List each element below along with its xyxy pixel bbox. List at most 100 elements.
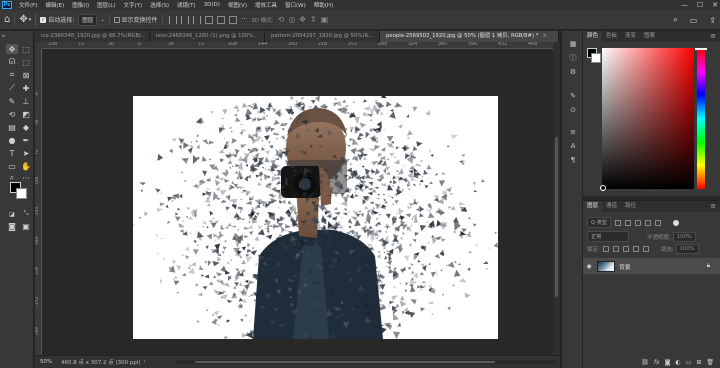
3d-slide-icon[interactable]: ⇕ (310, 15, 317, 24)
new-layer-icon[interactable]: ⊞ (696, 359, 701, 366)
layer-row-background[interactable]: ◉ 背景 🔒︎ (583, 258, 720, 274)
scrollbar-thumb[interactable] (195, 361, 495, 363)
type-filter-icon[interactable] (635, 219, 642, 226)
close-button[interactable]: ✕ (712, 1, 718, 9)
fill-input[interactable]: 100% (675, 244, 699, 254)
opacity-input[interactable]: 100% (672, 231, 696, 242)
auto-select-dropdown[interactable]: 图层 (78, 13, 98, 26)
tab-ice[interactable]: ice-2360348_1920.jpg @ 66.7%(RGB/... (35, 31, 150, 42)
color-field[interactable] (600, 48, 694, 191)
tab-paths[interactable]: 路径 (621, 201, 640, 212)
horizontal-ruler[interactable]: 108 72 36 0 36 72 108 144 180 216 252 288 324 360 396 4… (42, 42, 553, 49)
new-group-icon[interactable]: ▭ (686, 359, 692, 366)
brush-settings-icon[interactable]: ✎ (567, 91, 579, 101)
workspace-icon[interactable]: ▭ (690, 16, 698, 25)
home-icon[interactable]: ⌂ (4, 14, 10, 25)
move-tool-icon[interactable]: ✥ (6, 44, 18, 54)
menu-view[interactable]: 视图(V) (224, 1, 251, 9)
toolbar-grip[interactable]: ▸▸ (2, 33, 6, 39)
align-top-icon[interactable] (204, 15, 213, 24)
character-icon[interactable]: A (567, 141, 579, 151)
screen-mode-icon[interactable]: ▣ (20, 221, 32, 231)
link-layers-icon[interactable]: ⛓ (641, 359, 649, 366)
properties-icon[interactable]: ⚙ (567, 67, 579, 77)
hue-slider[interactable] (697, 48, 705, 189)
rectangle-tool-icon[interactable]: ▭ (6, 161, 18, 171)
default-colors-icon[interactable]: ◪ (6, 209, 18, 219)
clone-stamp-tool-icon[interactable]: ⊥ (20, 96, 32, 106)
layer-kind-filter[interactable]: Q 类型 (587, 217, 612, 228)
adjustment-layer-icon[interactable]: ◐ (675, 359, 680, 366)
menu-edit[interactable]: 编辑(E) (41, 1, 68, 9)
info-icon[interactable]: ⓘ (567, 53, 579, 63)
align-left-icon[interactable] (168, 15, 177, 24)
tab-color[interactable]: 颜色 (583, 31, 603, 42)
vertical-ruler[interactable]: 0 36 72 108 144 180 216 252 288 (35, 49, 42, 355)
artboard-tool-icon[interactable]: ⬚ (20, 44, 32, 54)
gradient-tool-icon[interactable]: ▤ (6, 122, 18, 132)
crop-tool-icon[interactable]: ⌗ (6, 70, 18, 80)
lock-all-icon[interactable] (642, 246, 649, 252)
tab-layers[interactable]: 图层 (583, 201, 603, 212)
swap-colors-icon[interactable]: ⤡ (20, 209, 32, 219)
lock-image-icon[interactable] (612, 246, 619, 252)
hand-tool-icon[interactable]: ✋ (20, 161, 32, 171)
zoom-level[interactable]: 50% (35, 359, 57, 365)
background-color-swatch[interactable] (591, 53, 601, 63)
auto-select-checkbox[interactable]: ✓ 自动选择: (40, 15, 74, 24)
chevron-down-icon[interactable]: ▾ (29, 17, 32, 23)
paragraph-icon[interactable]: ¶ (567, 155, 579, 165)
menu-layer[interactable]: 图层(L) (93, 1, 119, 9)
lock-transparent-icon[interactable] (602, 246, 609, 252)
layer-style-icon[interactable]: fx (654, 359, 660, 366)
clone-source-icon[interactable]: ⊙ (567, 105, 579, 115)
chevron-down-icon[interactable]: ⌄ (100, 17, 104, 23)
lock-icon[interactable]: 🔒︎ (707, 262, 710, 270)
menu-3d[interactable]: 3D(D) (200, 2, 224, 8)
align-bottom-icon[interactable] (228, 15, 237, 24)
menu-select[interactable]: 选择(S) (146, 1, 173, 9)
dodge-tool-icon[interactable]: ● (6, 135, 18, 145)
minimize-button[interactable]: — (681, 1, 688, 9)
document-info[interactable]: 460.8 点 x 307.2 点 (300 ppi) (57, 358, 141, 366)
menu-image[interactable]: 图像(I) (68, 1, 93, 9)
path-selection-tool-icon[interactable]: ➤ (20, 148, 32, 158)
filter-toggle-icon[interactable] (673, 219, 680, 226)
adjustment-filter-icon[interactable] (625, 219, 632, 226)
panel-menu-icon[interactable]: ≡ (710, 202, 716, 210)
tab-people[interactable]: people-2569502_1920.jpg @ 50% (图层 1 拷贝, … (380, 31, 559, 42)
smart-object-filter-icon[interactable] (655, 219, 662, 226)
tab-pattern[interactable]: pattern-2054297_1920.jpg @ 50%(R... (265, 31, 380, 42)
history-icon[interactable]: ▦ (567, 39, 579, 49)
show-transform-controls-checkbox[interactable]: 显示变换控件 (113, 15, 158, 24)
add-mask-icon[interactable]: ◙ (665, 359, 671, 366)
document-image[interactable] (133, 96, 498, 339)
brush-tool-icon[interactable]: ✎ (6, 96, 18, 106)
hue-slider-handle[interactable] (695, 48, 707, 50)
spot-healing-tool-icon[interactable]: ✚ (20, 83, 32, 93)
search-icon[interactable]: ⌕ (673, 15, 677, 25)
more-options-icon[interactable]: ··· (242, 16, 248, 23)
eyedropper-tool-icon[interactable]: ⟋ (6, 83, 18, 93)
close-tab-icon[interactable]: × (542, 33, 546, 39)
history-brush-tool-icon[interactable]: ⟲ (6, 109, 18, 119)
panel-menu-icon[interactable]: ≡ (710, 32, 716, 40)
lasso-tool-icon[interactable]: ᘏ (6, 57, 18, 67)
chevron-right-icon[interactable]: › (144, 359, 146, 365)
align-center-icon[interactable] (180, 15, 189, 24)
adjustments-icon[interactable]: ≡ (567, 127, 579, 137)
3d-roll-icon[interactable]: ◎ (288, 15, 295, 24)
delete-layer-icon[interactable]: 🗑︎ (706, 359, 714, 366)
maximize-button[interactable]: ☐ (697, 1, 703, 9)
type-tool-icon[interactable]: T (6, 148, 18, 158)
tab-patterns[interactable]: 图案 (640, 31, 659, 42)
more-tools-icon[interactable]: ··· (20, 173, 32, 183)
blur-tool-icon[interactable]: ◆ (20, 122, 32, 132)
horizontal-scrollbar[interactable] (175, 360, 555, 364)
blend-mode-dropdown[interactable]: 正常 (587, 231, 629, 242)
eraser-tool-icon[interactable]: ◩ (20, 109, 32, 119)
menu-help[interactable]: 帮助(H) (310, 1, 337, 9)
menu-type[interactable]: 文字(Y) (120, 1, 147, 9)
object-selection-tool-icon[interactable]: ⬚ (20, 57, 32, 67)
eye-icon[interactable]: ◉ (584, 263, 594, 270)
